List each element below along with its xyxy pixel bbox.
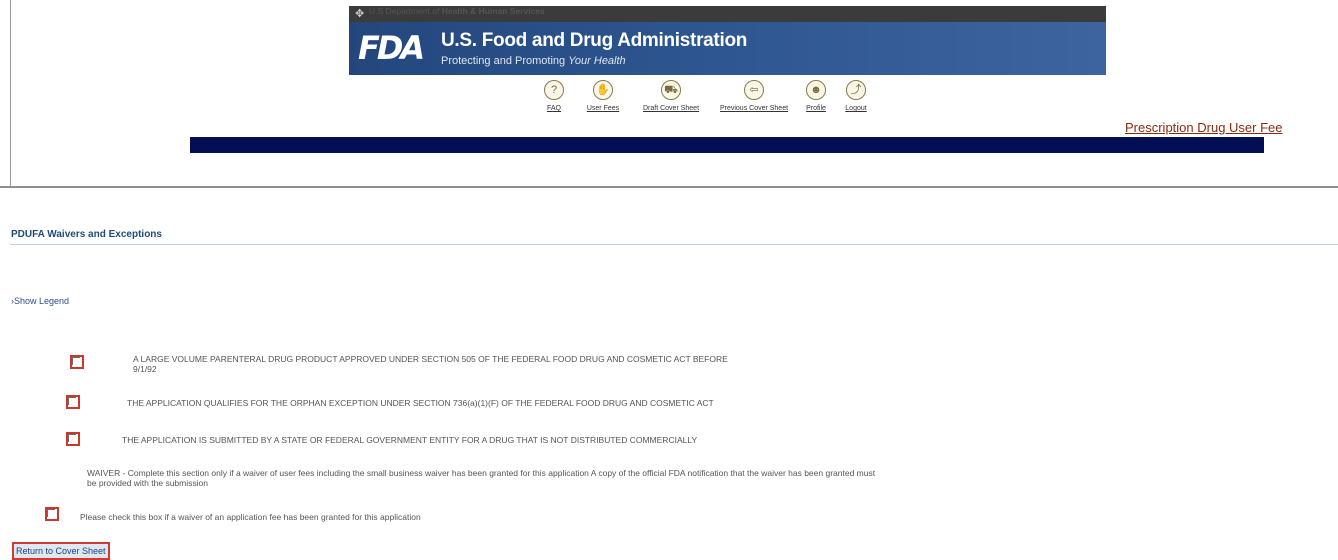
logout-icon[interactable]: ⤴ bbox=[846, 80, 866, 100]
section-rule bbox=[10, 244, 1338, 245]
show-legend-toggle[interactable]: ›Show Legend bbox=[11, 296, 69, 306]
nav-label-logout[interactable]: Logout bbox=[840, 105, 872, 112]
option-checkbox-large-volume[interactable] bbox=[70, 355, 84, 369]
nav-label-profile[interactable]: Profile bbox=[800, 105, 832, 112]
waiver-checkbox-label: Please check this box if a waiver of an … bbox=[80, 512, 421, 522]
fda-logo[interactable]: FDA bbox=[358, 32, 425, 64]
users-icon[interactable]: ☻ bbox=[806, 80, 826, 100]
nav-item-previous-cover-sheet[interactable]: ⇦ Previous Cover Sheet bbox=[711, 80, 797, 112]
tagline-emphasis: Your Health bbox=[568, 55, 626, 67]
nav-label-faq[interactable]: FAQ bbox=[538, 105, 570, 112]
section-title: PDUFA Waivers and Exceptions bbox=[11, 229, 162, 240]
show-legend-label[interactable]: Show Legend bbox=[14, 296, 69, 306]
question-icon[interactable]: ? bbox=[544, 80, 564, 100]
option-label-large-volume: A LARGE VOLUME PARENTERAL DRUG PRODUCT A… bbox=[133, 354, 728, 364]
back-arrow-icon[interactable]: ⇦ bbox=[744, 80, 764, 100]
department-name: Health & Human Services bbox=[441, 6, 545, 16]
nav-item-faq[interactable]: ? FAQ bbox=[538, 80, 570, 112]
hhs-top-bar: ✥ U.S Department of Health & Human Servi… bbox=[349, 6, 1106, 22]
option-label-government-entity: THE APPLICATION IS SUBMITTED BY A STATE … bbox=[122, 435, 698, 445]
nav-label-draft-cover-sheet[interactable]: Draft Cover Sheet bbox=[633, 105, 709, 112]
nav-label-previous-cover-sheet[interactable]: Previous Cover Sheet bbox=[711, 105, 797, 112]
nav-item-profile[interactable]: ☻ Profile bbox=[800, 80, 832, 112]
hand-coin-icon[interactable]: ✋ bbox=[593, 80, 613, 100]
prescription-drug-user-fee-link[interactable]: Prescription Drug User Fee bbox=[1125, 120, 1283, 135]
header-separator bbox=[0, 186, 1338, 188]
fda-banner: FDA U.S. Food and Drug Administration Pr… bbox=[349, 22, 1106, 75]
option-label-large-volume-date: 9/1/92 bbox=[133, 364, 157, 374]
option-checkbox-government-entity[interactable] bbox=[66, 432, 80, 446]
agency-tagline: Protecting and Promoting Your Health bbox=[441, 55, 626, 67]
cart-icon[interactable]: ⛟ bbox=[661, 80, 681, 100]
nav-label-user-fees[interactable]: User Fees bbox=[577, 105, 629, 112]
hhs-eagle-icon: ✥ bbox=[355, 8, 365, 20]
nav-item-draft-cover-sheet[interactable]: ⛟ Draft Cover Sheet bbox=[633, 80, 709, 112]
agency-title: U.S. Food and Drug Administration bbox=[441, 30, 748, 51]
option-checkbox-orphan-exception[interactable] bbox=[66, 395, 80, 409]
department-prefix: U.S Department of bbox=[369, 6, 442, 16]
waiver-checkbox[interactable] bbox=[45, 507, 59, 521]
top-nav: ? FAQ ✋ User Fees ⛟ Draft Cover Sheet ⇦ … bbox=[0, 80, 1338, 120]
nav-item-logout[interactable]: ⤴ Logout bbox=[840, 80, 872, 112]
option-label-orphan-exception: THE APPLICATION QUALIFIES FOR THE ORPHAN… bbox=[127, 398, 714, 408]
return-to-cover-sheet-button[interactable]: Return to Cover Sheet bbox=[12, 542, 110, 560]
waiver-instructions-cont: be provided with the submission bbox=[87, 478, 208, 488]
nav-item-user-fees[interactable]: ✋ User Fees bbox=[577, 80, 629, 112]
waiver-instructions: WAIVER - Complete this section only if a… bbox=[87, 468, 876, 478]
navy-divider-bar bbox=[190, 137, 1264, 153]
